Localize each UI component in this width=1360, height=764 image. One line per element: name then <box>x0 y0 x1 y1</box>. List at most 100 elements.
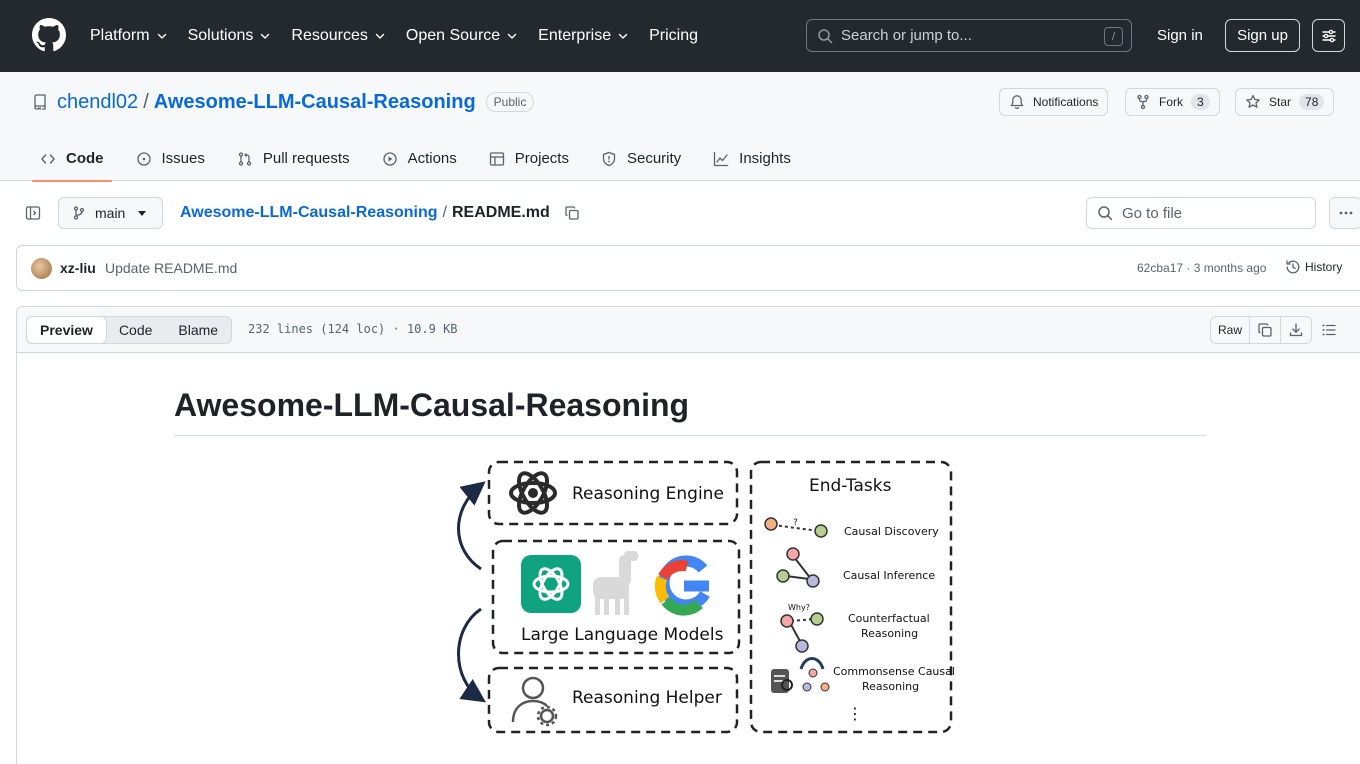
branch-name: main <box>95 205 126 221</box>
nav-item-enterprise[interactable]: Enterprise <box>538 27 629 45</box>
fork-button[interactable]: Fork 3 <box>1125 88 1220 116</box>
github-logo-icon[interactable] <box>32 18 66 52</box>
search-placeholder: Search or jump to... <box>841 27 972 44</box>
outline-button[interactable] <box>1319 320 1339 340</box>
breadcrumb: Awesome-LLM-Causal-Reasoning / README.md <box>180 202 580 224</box>
search-icon <box>817 28 833 44</box>
bell-icon <box>1009 94 1025 110</box>
figure-task-4a: Commonsense Causal <box>833 665 955 678</box>
history-icon <box>1285 259 1301 275</box>
star-count: 78 <box>1299 94 1325 110</box>
nav-item-resources[interactable]: Resources <box>291 27 385 45</box>
list-unordered-icon <box>1321 322 1337 338</box>
figure-task-2: Causal Inference <box>843 569 935 582</box>
search-shortcut-key: / <box>1104 27 1123 46</box>
tab-label: Pull requests <box>262 150 350 167</box>
fork-label: Fork <box>1159 95 1183 109</box>
figure-engine-label: Reasoning Engine <box>572 484 724 504</box>
pull-request-icon <box>237 151 253 167</box>
notifications-label: Notifications <box>1033 95 1099 109</box>
figure-question-mark: ? <box>793 518 798 528</box>
figure-why-label: Why? <box>788 603 810 612</box>
chevron-down-icon <box>156 30 168 42</box>
notifications-button[interactable]: Notifications <box>999 88 1109 116</box>
view-mode-toggle: Preview Code Blame <box>26 316 233 344</box>
go-to-file-input[interactable]: Go to file <box>1086 197 1316 229</box>
copy-icon <box>1257 322 1273 338</box>
figure-end-tasks-title: End-Tasks <box>809 476 892 496</box>
chevron-down-icon <box>506 30 518 42</box>
download-button[interactable] <box>1281 317 1311 343</box>
tab-projects[interactable]: Projects <box>481 136 577 181</box>
nav-item-label: Enterprise <box>538 27 612 44</box>
star-icon <box>1245 94 1261 110</box>
breadcrumb-separator: / <box>442 204 447 221</box>
latest-commit-bar: xz-liu Update README.md 62cba17 · 3 mont… <box>16 245 1360 291</box>
chevron-down-icon <box>374 30 386 42</box>
more-options-button[interactable] <box>1329 197 1360 229</box>
main-nav: Platform Solutions Resources Open Source Ent… <box>90 0 718 72</box>
play-icon <box>382 151 398 167</box>
sign-up-button[interactable]: Sign up <box>1225 19 1300 52</box>
tab-issues[interactable]: Issues <box>128 136 213 181</box>
star-label: Star <box>1269 95 1292 109</box>
copy-path-icon[interactable] <box>564 205 580 221</box>
repo-title-separator: / <box>143 90 149 113</box>
tab-security[interactable]: Security <box>593 136 689 181</box>
sliders-icon <box>1321 28 1337 44</box>
raw-button[interactable]: Raw <box>1211 317 1251 343</box>
commit-message-link[interactable]: Update README.md <box>105 260 237 276</box>
tab-label: Projects <box>514 150 569 167</box>
breadcrumb-repo-link[interactable]: Awesome-LLM-Causal-Reasoning <box>180 204 438 222</box>
view-mode-preview-button[interactable]: Preview <box>26 316 107 344</box>
search-input[interactable]: Search or jump to... / <box>806 19 1132 52</box>
tab-insights[interactable]: Insights <box>705 136 799 181</box>
view-mode-code-button[interactable]: Code <box>106 317 165 343</box>
history-label: History <box>1305 260 1343 274</box>
copy-raw-button[interactable] <box>1250 317 1282 343</box>
nav-item-solutions[interactable]: Solutions <box>188 27 272 45</box>
fork-count: 3 <box>1191 94 1210 110</box>
breadcrumb-file-name: README.md <box>451 204 550 221</box>
chatgpt-logo-icon <box>521 555 581 613</box>
tab-label: Security <box>626 150 682 167</box>
star-button[interactable]: Star 78 <box>1235 88 1335 116</box>
search-icon <box>1097 205 1113 221</box>
nav-item-pricing[interactable]: Pricing <box>649 27 698 45</box>
sidebar-toggle-button[interactable] <box>16 197 49 229</box>
file-header: Preview Code Blame 232 lines (124 loc) · 1… <box>17 307 1360 353</box>
go-to-file-placeholder: Go to file <box>1122 204 1183 222</box>
branch-selector[interactable]: main <box>58 197 163 229</box>
figure-helper-label: Reasoning Helper <box>572 688 722 708</box>
chevron-down-icon <box>259 30 271 42</box>
tab-code[interactable]: Code <box>32 136 112 182</box>
view-mode-blame-button[interactable]: Blame <box>165 317 231 343</box>
figure-task-3a: Counterfactual <box>848 612 930 625</box>
tab-label: Issues <box>161 150 205 167</box>
nav-item-label: Resources <box>291 27 368 44</box>
nav-item-label: Solutions <box>187 27 254 44</box>
commit-hash-time[interactable]: 62cba17 · 3 months ago <box>1137 261 1266 275</box>
table-icon <box>489 151 505 167</box>
avatar[interactable] <box>31 258 52 279</box>
tab-actions[interactable]: Actions <box>374 136 465 181</box>
tab-label: Insights <box>739 150 791 167</box>
graph-icon <box>713 151 729 167</box>
nav-item-label: Pricing <box>649 27 698 44</box>
history-button[interactable]: History <box>1285 259 1342 275</box>
git-branch-icon <box>71 205 87 221</box>
figure-task-1: Causal Discovery <box>844 525 939 538</box>
issue-icon <box>136 151 152 167</box>
repo-name-link[interactable]: Awesome-LLM-Causal-Reasoning <box>154 91 476 114</box>
tab-pull-requests[interactable]: Pull requests <box>229 136 358 181</box>
commit-author-link[interactable]: xz-liu <box>60 260 96 276</box>
sign-in-link[interactable]: Sign in <box>1148 19 1212 52</box>
tab-label: Actions <box>407 150 457 167</box>
menu-toggle-button[interactable] <box>1312 19 1345 52</box>
file-info: 232 lines (124 loc) · 10.9 KB <box>248 322 458 336</box>
shield-icon <box>601 151 617 167</box>
readme-overview-figure: Reasoning Engine Large Language Models R… <box>441 459 961 737</box>
repo-owner-link[interactable]: chendl02 <box>57 91 138 114</box>
nav-item-platform[interactable]: Platform <box>90 27 168 45</box>
nav-item-open-source[interactable]: Open Source <box>406 27 518 45</box>
